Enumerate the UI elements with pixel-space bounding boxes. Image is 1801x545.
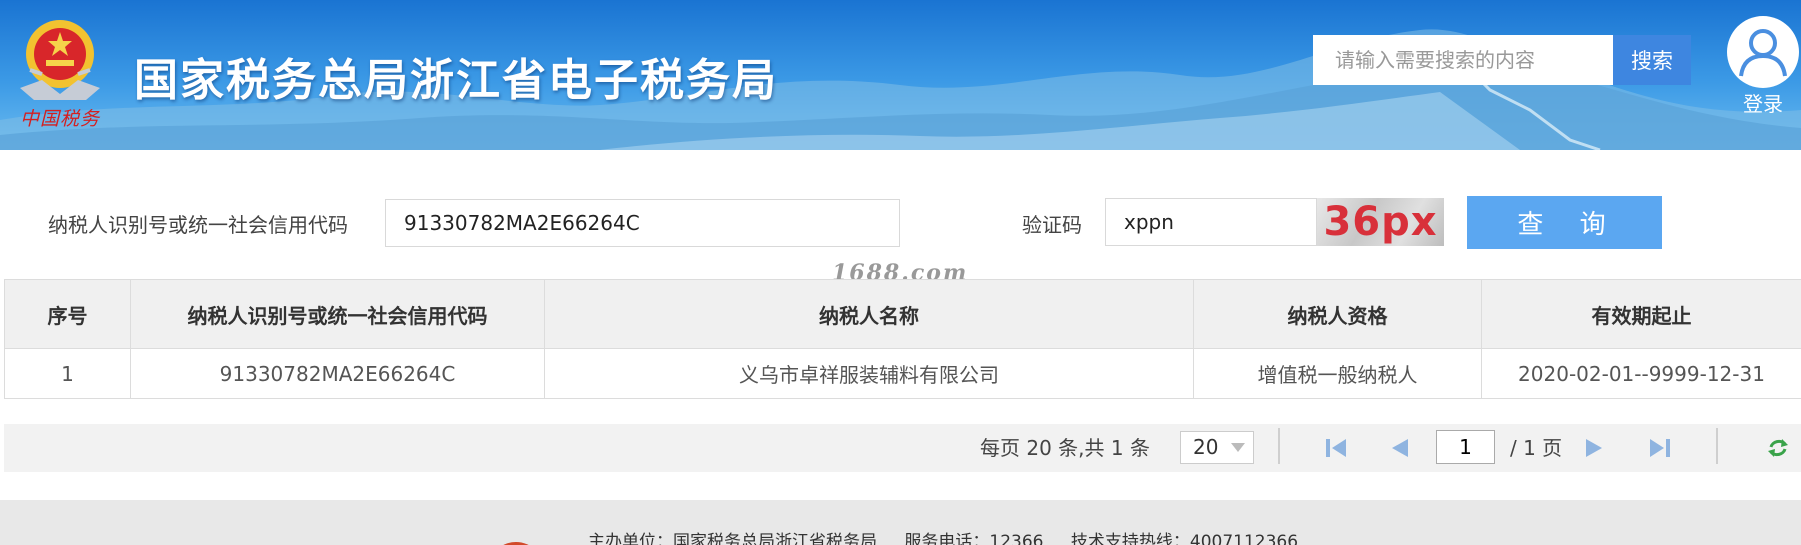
col-header-taxpayer-name: 纳税人名称 [544,279,1194,349]
cell-qualification: 增值税一般纳税人 [1193,348,1482,399]
last-page-icon[interactable] [1648,436,1672,460]
login-label[interactable]: 登录 [1743,88,1783,117]
col-header-validity: 有效期起止 [1481,279,1801,349]
prev-page-icon[interactable] [1388,436,1412,460]
footer-info: 主办单位：国家税务总局浙江省税务局 服务电话：12366 技术支持热线：4007… [588,527,1320,545]
pager-divider [1278,428,1280,464]
total-pages: / 1 页 [1510,436,1563,460]
next-page-icon[interactable] [1582,436,1606,460]
captcha-input[interactable] [1105,198,1317,246]
page-number-input[interactable] [1436,430,1495,464]
col-header-taxpayer-id: 纳税人识别号或统一社会信用代码 [130,279,545,349]
national-emblem-logo [20,20,100,100]
calligraphy-logo-text: 中国税务 [20,108,101,130]
search-button[interactable]: 搜索 [1613,35,1691,85]
pager-summary: 每页 20 条,共 1 条 [980,436,1150,460]
login-button[interactable] [1727,16,1799,88]
pager-divider [1716,428,1718,464]
table-row: 1 91330782MA2E66264C 义乌市卓祥服装辅料有限公司 增值税一般… [4,348,1801,399]
cell-index: 1 [4,348,131,399]
cell-taxpayer-id: 91330782MA2E66264C [130,348,545,399]
page-title: 国家税务总局浙江省电子税务局 [134,55,778,106]
page-size-value: 20 [1193,435,1219,459]
table-header-row: 序号 纳税人识别号或统一社会信用代码 纳税人名称 纳税人资格 有效期起止 [4,279,1801,349]
query-button[interactable]: 查 询 [1467,196,1662,249]
col-header-index: 序号 [4,279,131,349]
results-table: 序号 纳税人识别号或统一社会信用代码 纳税人名称 纳税人资格 有效期起止 1 9… [4,279,1801,399]
site-header: 中国税务 国家税务总局浙江省电子税务局 搜索 登录 [0,0,1801,150]
page-size-select[interactable]: 20 [1180,431,1254,464]
user-icon [1739,29,1787,77]
taxpayer-id-input[interactable] [385,199,900,247]
first-page-icon[interactable] [1324,436,1348,460]
footer-support-hotline: 技术支持热线：4007112366 [1070,532,1299,545]
cell-taxpayer-name: 义乌市卓祥服装辅料有限公司 [544,348,1194,399]
footer-emblem-logo [503,542,529,545]
captcha-label: 验证码 [1022,213,1082,237]
site-footer: 主办单位：国家税务总局浙江省税务局 服务电话：12366 技术支持热线：4007… [0,500,1801,545]
footer-service-phone: 服务电话：12366 [904,532,1044,545]
chevron-down-icon [1231,443,1245,452]
taxpayer-id-label: 纳税人识别号或统一社会信用代码 [48,213,348,237]
col-header-qualification: 纳税人资格 [1193,279,1482,349]
footer-sponsor: 主办单位：国家税务总局浙江省税务局 [588,532,877,545]
cell-validity: 2020-02-01--9999-12-31 [1481,348,1801,399]
pagination-bar: 每页 20 条,共 1 条 20 / 1 页 [4,424,1801,472]
captcha-image[interactable]: 36px [1317,198,1444,246]
refresh-icon[interactable] [1766,436,1790,460]
search-input[interactable] [1313,35,1613,85]
